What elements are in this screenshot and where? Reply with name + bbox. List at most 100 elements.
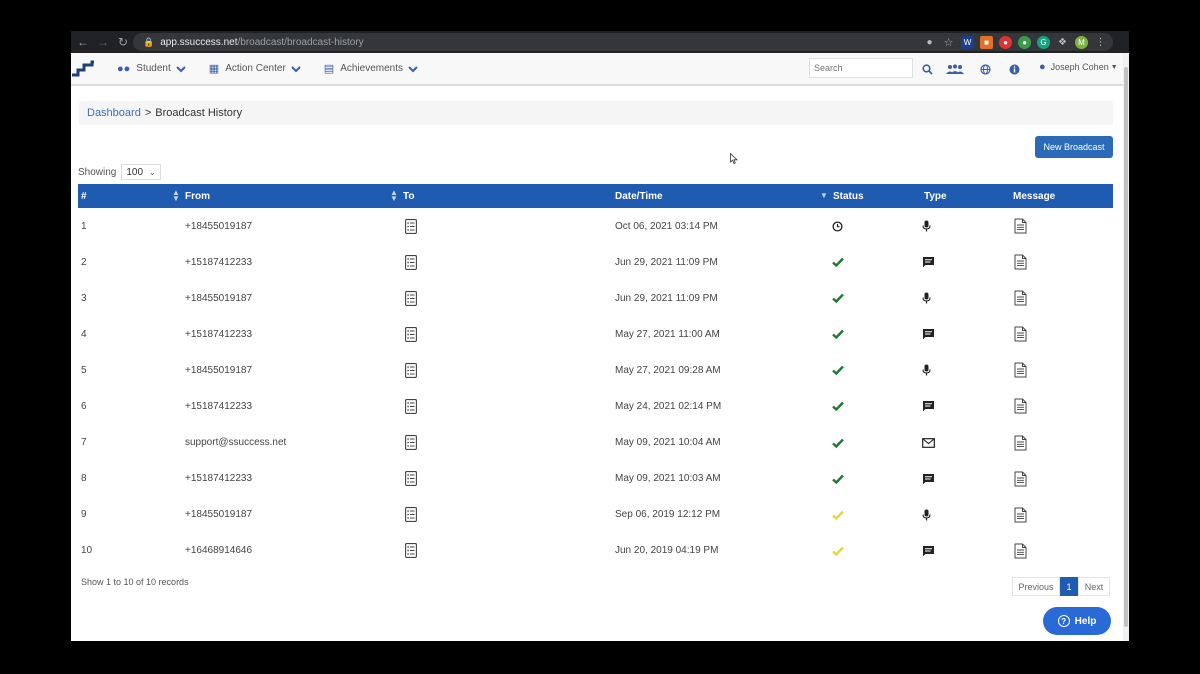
column-header-type[interactable]: Type	[924, 184, 947, 208]
pagination-previous[interactable]: Previous	[1012, 577, 1060, 596]
message-document-icon[interactable]	[1014, 280, 1027, 316]
globe-icon[interactable]	[977, 61, 993, 77]
sort-desc-icon[interactable]: ▼	[820, 192, 828, 200]
column-header-number[interactable]: #	[81, 184, 87, 208]
page-scrollbar[interactable]	[1123, 53, 1129, 641]
cell-from: +18455019187	[185, 497, 252, 533]
cell-datetime: Oct 06, 2021 03:14 PM	[615, 208, 718, 244]
pagination-page-1[interactable]: 1	[1060, 577, 1078, 596]
records-info: Show 1 to 10 of 10 records	[81, 577, 189, 587]
recipients-list-icon[interactable]	[405, 497, 417, 533]
cell-from: +18455019187	[185, 208, 252, 244]
column-header-message[interactable]: Message	[1013, 184, 1055, 208]
scrollbar-thumb[interactable]	[1124, 67, 1128, 627]
message-document-icon[interactable]	[1014, 497, 1027, 533]
column-header-to[interactable]: To	[403, 184, 414, 208]
address-bar[interactable]: 🔒 app.ssuccess.net/broadcast/broadcast-h…	[133, 33, 1113, 51]
extension-w-icon[interactable]: W	[961, 36, 974, 49]
cell-number: 7	[81, 425, 87, 461]
column-header-from[interactable]: From	[185, 184, 210, 208]
cell-number: 4	[81, 316, 87, 352]
row-number: 2	[81, 256, 87, 268]
table-row: 8 +15187412233 May 09, 2021 10:03 AM	[78, 461, 1113, 497]
cell-datetime: Sep 06, 2019 12:12 PM	[615, 497, 720, 533]
puzzle-icon[interactable]: ❖	[1056, 36, 1069, 49]
sms-chat-icon	[922, 461, 935, 497]
nav-achievements[interactable]: ▤ Achievements	[324, 62, 419, 75]
column-to-label: To	[403, 190, 415, 202]
extension-green-icon[interactable]: ●	[1018, 36, 1031, 49]
check-green-icon	[832, 461, 844, 497]
message-document-icon[interactable]	[1014, 208, 1027, 244]
url-host: app.ssuccess.net	[160, 36, 238, 48]
message-document-icon[interactable]	[1014, 388, 1027, 424]
cell-datetime: May 09, 2021 10:03 AM	[615, 461, 721, 497]
sort-icon[interactable]: ▲ ▼	[390, 189, 398, 203]
recipients-list-icon[interactable]	[405, 533, 417, 569]
ssuccess-logo[interactable]	[71, 59, 95, 79]
row-number: 1	[81, 220, 87, 232]
user-menu[interactable]: ● Joseph Cohen ▼	[1039, 61, 1118, 73]
search-input[interactable]	[809, 58, 913, 78]
message-document-icon[interactable]	[1014, 352, 1027, 388]
message-document-icon[interactable]	[1014, 244, 1027, 280]
info-icon[interactable]	[1006, 61, 1022, 77]
row-number: 7	[81, 437, 87, 449]
message-document-icon[interactable]	[1014, 425, 1027, 461]
back-arrow-icon[interactable]: ←	[73, 31, 93, 53]
sort-icon[interactable]: ▲ ▼	[172, 189, 180, 203]
reload-icon[interactable]: ↻	[113, 31, 133, 53]
table-row: 4 +15187412233 May 27, 2021 11:00 AM	[78, 316, 1113, 352]
envelope-icon	[922, 425, 935, 461]
nav-action-center[interactable]: ▦ Action Center	[209, 62, 302, 75]
grammarly-icon[interactable]: G	[1037, 36, 1050, 49]
recipients-list-icon[interactable]	[405, 352, 417, 388]
help-button[interactable]: ? Help	[1043, 607, 1111, 635]
row-from: +18455019187	[185, 364, 253, 376]
column-header-status[interactable]: Status	[833, 184, 864, 208]
user-name: Joseph Cohen	[1050, 62, 1109, 72]
users-icon: ●●	[117, 62, 131, 75]
row-datetime: Jun 20, 2019 04:19 PM	[615, 545, 719, 557]
page-size-select[interactable]: 100 ⌄	[121, 164, 161, 180]
cell-from: +18455019187	[185, 352, 252, 388]
microphone-icon	[922, 280, 931, 316]
recipients-list-icon[interactable]	[405, 208, 417, 244]
location-pin-icon[interactable]: ●	[923, 36, 936, 49]
column-type-label: Type	[924, 190, 947, 202]
message-document-icon[interactable]	[1014, 461, 1027, 497]
nav-student[interactable]: ●● Student	[117, 63, 187, 75]
recipients-list-icon[interactable]	[405, 280, 417, 316]
row-datetime: May 27, 2021 11:00 AM	[615, 328, 720, 340]
forward-arrow-icon[interactable]: →	[93, 31, 113, 53]
cell-number: 6	[81, 388, 87, 424]
kebab-menu-icon[interactable]: ⋮	[1094, 36, 1107, 49]
url-path: /broadcast/broadcast-history	[237, 36, 364, 48]
new-broadcast-button[interactable]: New Broadcast	[1035, 136, 1113, 158]
pagination-next[interactable]: Next	[1078, 577, 1110, 596]
recipients-list-icon[interactable]	[405, 244, 417, 280]
row-datetime: May 27, 2021 09:28 AM	[615, 364, 721, 376]
extension-red-icon[interactable]: ●	[999, 36, 1012, 49]
star-icon[interactable]: ☆	[942, 36, 955, 49]
row-datetime: Oct 06, 2021 03:14 PM	[615, 220, 718, 232]
message-document-icon[interactable]	[1014, 316, 1027, 352]
search-icon[interactable]	[919, 61, 935, 77]
profile-avatar[interactable]: M	[1075, 36, 1088, 49]
check-yellow-icon	[832, 497, 844, 533]
column-header-datetime[interactable]: Date/Time	[615, 184, 663, 208]
recipients-list-icon[interactable]	[405, 316, 417, 352]
extension-orange-icon[interactable]: ■	[980, 36, 993, 49]
breadcrumb-dashboard-link[interactable]: Dashboard	[87, 107, 141, 119]
mouse-cursor-icon	[730, 153, 738, 164]
cell-datetime: Jun 29, 2021 11:09 PM	[615, 244, 718, 280]
recipients-list-icon[interactable]	[405, 425, 417, 461]
row-from: +15187412233	[185, 473, 253, 485]
browser-window: ← → ↻ 🔒 app.ssuccess.net/broadcast/broad…	[71, 31, 1129, 641]
row-from: +15187412233	[185, 256, 253, 268]
recipients-list-icon[interactable]	[405, 461, 417, 497]
group-icon[interactable]	[946, 61, 964, 77]
recipients-list-icon[interactable]	[405, 388, 417, 424]
row-from: +15187412233	[185, 328, 253, 340]
message-document-icon[interactable]	[1014, 533, 1027, 569]
